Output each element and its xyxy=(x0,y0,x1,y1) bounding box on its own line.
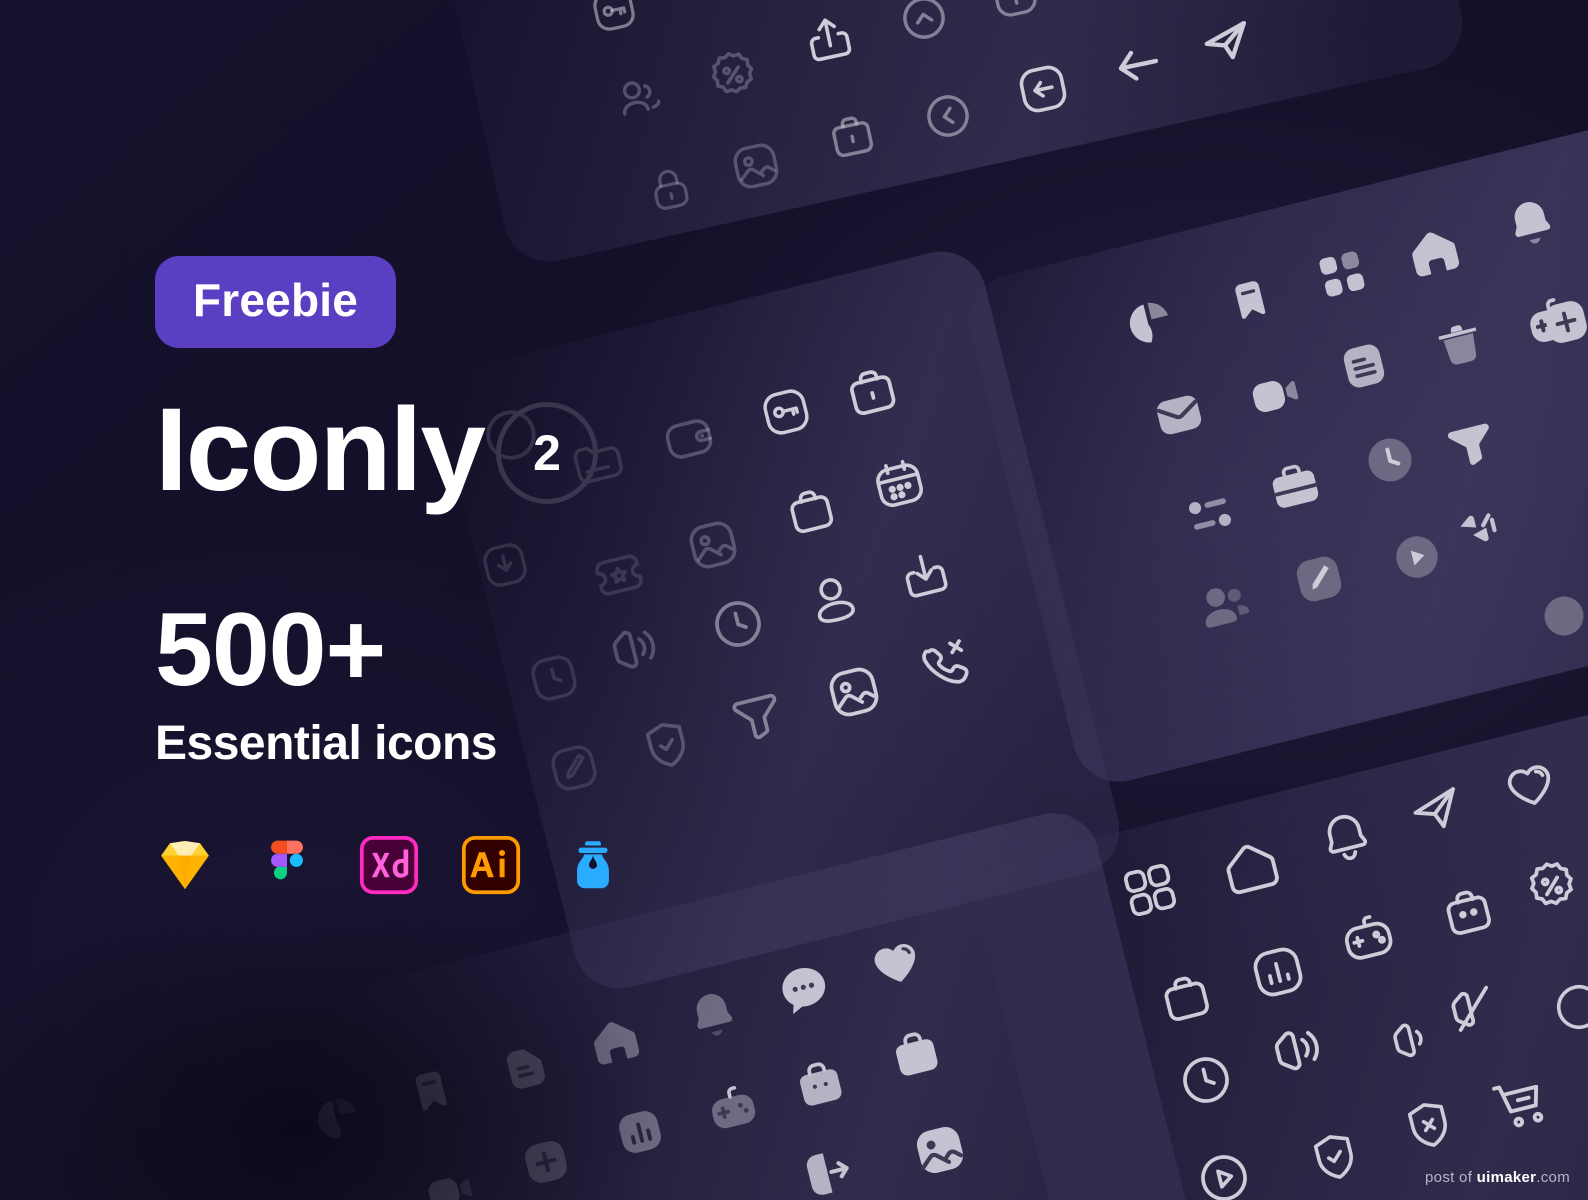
format-icons-row xyxy=(155,835,715,895)
hero-content: Freebie Iconly 2 500+ Essential icons xyxy=(155,256,715,895)
iconjar-icon xyxy=(563,835,623,895)
version-badge: 2 xyxy=(495,402,598,505)
watermark-suffix: .com xyxy=(1536,1169,1570,1186)
freebie-badge: Freebie xyxy=(155,256,397,348)
adobe-illustrator-icon xyxy=(461,835,521,895)
watermark-brand: uimaker xyxy=(1476,1169,1537,1186)
figma-icon xyxy=(257,835,317,895)
adobe-xd-icon xyxy=(359,835,419,895)
poster-canvas: Freebie Iconly 2 500+ Essential icons po… xyxy=(0,0,1588,1200)
watermark: post of uimaker.com xyxy=(1425,1169,1570,1186)
logo-lockup: Iconly 2 xyxy=(155,384,715,516)
product-logo-text: Iconly xyxy=(155,384,486,516)
icon-count: 500+ xyxy=(155,592,386,709)
sketch-icon xyxy=(155,835,215,895)
watermark-prefix: post of xyxy=(1425,1169,1477,1186)
tagline: Essential icons xyxy=(155,717,497,771)
